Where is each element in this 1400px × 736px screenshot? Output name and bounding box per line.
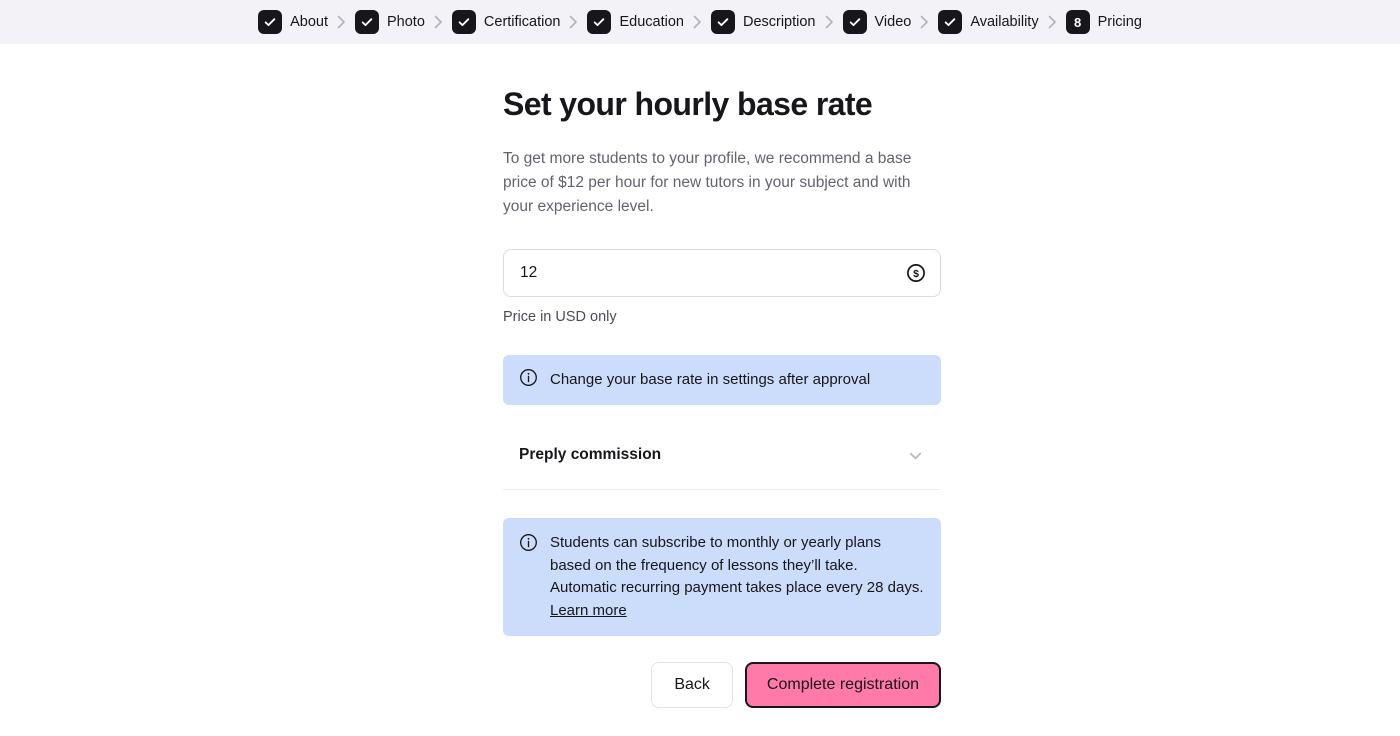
chevron-right-icon — [920, 15, 929, 29]
chevron-right-icon — [693, 15, 702, 29]
stepper-label: Pricing — [1097, 13, 1142, 30]
info-icon — [519, 368, 538, 392]
chevron-right-icon — [337, 15, 346, 29]
check-icon — [842, 10, 867, 34]
base-rate-field[interactable]: $ — [503, 248, 941, 297]
stepper-step-certification[interactable]: Certification — [451, 10, 561, 34]
banner-text-wrapper: Students can subscribe to monthly or yea… — [550, 532, 925, 622]
registration-stepper: About Photo Certification Education Desc… — [0, 0, 1400, 44]
check-icon — [355, 10, 379, 34]
info-icon — [519, 533, 538, 557]
base-rate-info-banner: Change your base rate in settings after … — [503, 355, 941, 406]
chevron-right-icon — [569, 15, 578, 29]
form-actions: Back Complete registration — [503, 662, 941, 709]
stepper-step-pricing[interactable]: 8 Pricing — [1065, 10, 1142, 34]
stepper-label: Photo — [387, 13, 425, 30]
price-hint: Price in USD only — [503, 308, 617, 325]
subscription-info-banner: Students can subscribe to monthly or yea… — [503, 518, 941, 637]
stepper-label: Description — [742, 13, 816, 30]
stepper-step-education[interactable]: Education — [587, 10, 684, 34]
chevron-right-icon — [1048, 15, 1057, 29]
stepper-label: Availability — [970, 13, 1039, 30]
commission-accordion[interactable]: Preply commission — [503, 429, 941, 491]
stepper-step-video[interactable]: Video — [842, 10, 912, 34]
pricing-form: Set your hourly base rate To get more st… — [503, 86, 941, 709]
learn-more-link[interactable]: Learn more — [550, 602, 627, 619]
check-icon — [710, 10, 735, 34]
base-rate-input[interactable] — [518, 249, 926, 296]
commission-accordion-title: Preply commission — [519, 446, 662, 464]
page-body: Set your hourly base rate To get more st… — [0, 44, 1400, 709]
complete-registration-button[interactable]: Complete registration — [744, 662, 941, 709]
banner-text: Change your base rate in settings after … — [550, 370, 871, 388]
dollar-coin-icon: $ — [906, 263, 926, 283]
chevron-right-icon — [434, 15, 443, 29]
step-number: 8 — [1073, 14, 1082, 30]
page-subtitle: To get more students to your profile, we… — [503, 149, 912, 215]
check-icon — [938, 10, 963, 34]
back-button[interactable]: Back — [651, 662, 733, 709]
svg-text:$: $ — [913, 268, 919, 280]
chevron-down-icon[interactable] — [906, 446, 925, 465]
commission-accordion-header[interactable]: Preply commission — [503, 429, 941, 481]
stepper-label: Certification — [483, 13, 561, 30]
stepper-label: Video — [874, 13, 912, 30]
stepper-step-description[interactable]: Description — [710, 10, 816, 34]
check-icon — [587, 10, 612, 34]
banner-text: Students can subscribe to monthly or yea… — [550, 534, 924, 597]
check-icon — [451, 10, 476, 34]
step-number-badge: 8 — [1065, 10, 1090, 34]
stepper-label: About — [290, 13, 328, 30]
stepper-step-about[interactable]: About — [258, 10, 328, 34]
accordion-divider — [503, 489, 941, 491]
stepper-step-availability[interactable]: Availability — [938, 10, 1039, 34]
stepper-label: Education — [619, 13, 684, 30]
chevron-right-icon — [825, 15, 834, 29]
stepper-step-photo[interactable]: Photo — [355, 10, 425, 34]
page-title: Set your hourly base rate — [503, 86, 873, 122]
check-icon — [258, 10, 283, 34]
